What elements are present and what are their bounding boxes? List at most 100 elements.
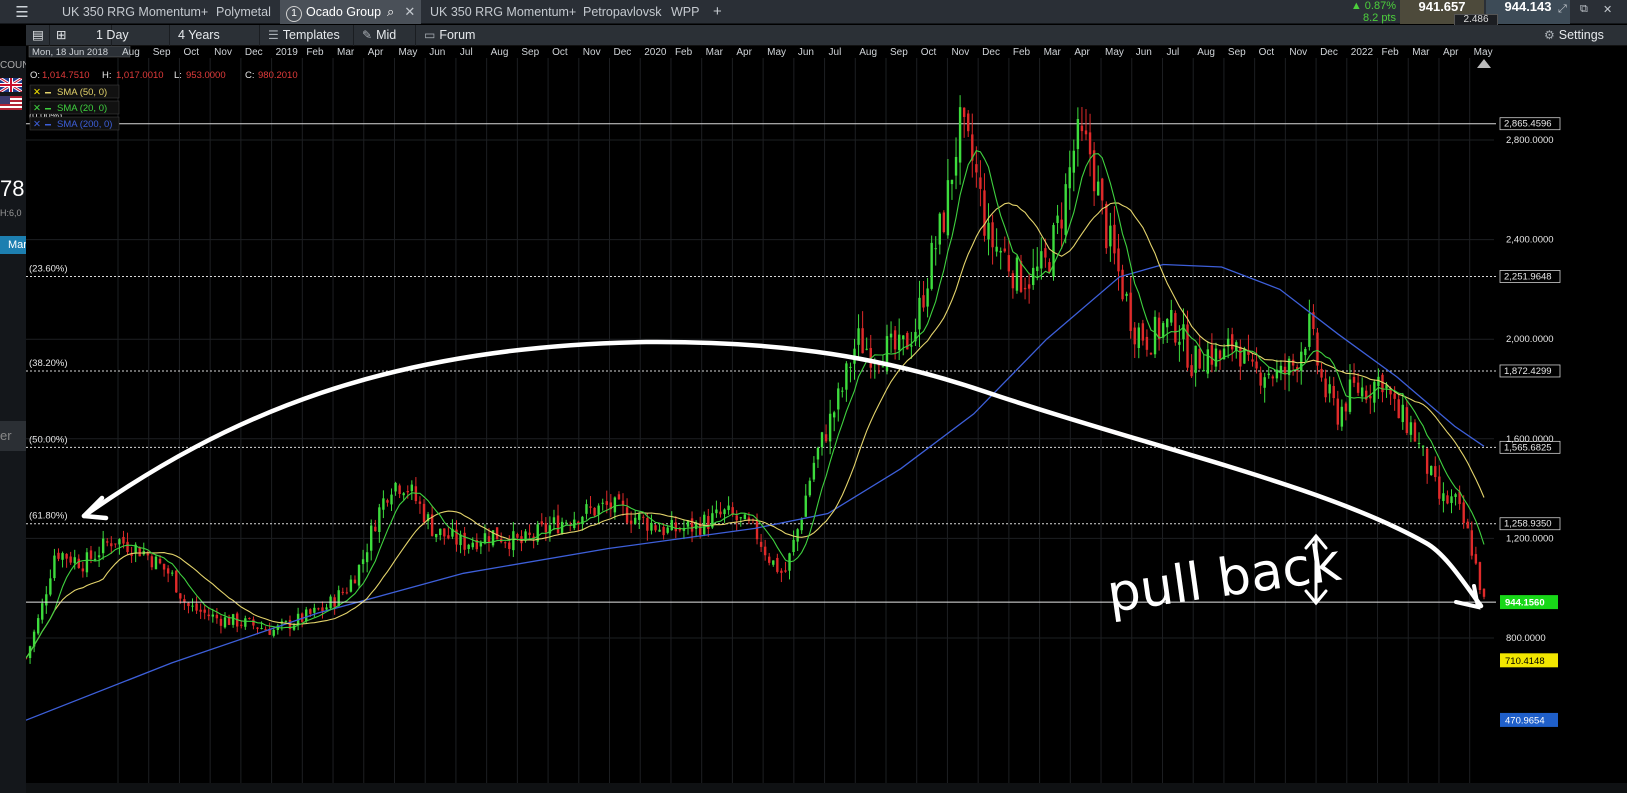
candle — [1198, 335, 1201, 370]
x-tick-label: 2019 — [276, 47, 299, 58]
x-tick-label: May — [767, 47, 786, 58]
candle — [922, 280, 925, 312]
candle — [1405, 400, 1409, 436]
x-tick-label: Jun — [429, 47, 445, 58]
remove-x-icon[interactable]: ✕ — [33, 87, 41, 98]
candle — [475, 533, 479, 552]
candle — [861, 311, 864, 354]
candle — [983, 173, 986, 242]
candle — [816, 446, 820, 468]
candle — [532, 533, 535, 549]
x-tick-label: Nov — [583, 47, 601, 58]
candle — [219, 615, 223, 634]
candle — [629, 511, 633, 533]
expand-icon[interactable]: ⤢ — [1558, 3, 1567, 16]
tab-wpp[interactable]: WPP — [671, 0, 699, 24]
x-tick-label: Mar — [706, 47, 724, 58]
candle — [1170, 299, 1173, 326]
candle — [333, 594, 336, 615]
price-chart[interactable]: Mon, 18 Jun 2018 Aug Sep Oct Nov Dec 2019 Feb M… — [26, 46, 1627, 793]
tab-label: WPP — [671, 5, 700, 19]
candle — [617, 491, 621, 500]
tab-petropavlovsk[interactable]: Petropavlovsk — [583, 0, 662, 24]
templates-button[interactable]: ☰ Templates — [260, 25, 354, 46]
candle — [337, 585, 340, 607]
settings-label: Settings — [1558, 28, 1604, 42]
add-tab-button[interactable]: + — [713, 0, 722, 24]
candle — [958, 95, 962, 185]
candle — [1454, 492, 1457, 506]
y-tick-label: 1,200.0000 — [1506, 533, 1554, 544]
candle — [264, 626, 267, 631]
candle — [593, 507, 596, 517]
candle — [166, 565, 170, 583]
fib-level-label: (23.60%) — [29, 263, 68, 274]
sma-50-label: SMA (50, 0) — [57, 87, 107, 98]
candle — [662, 523, 665, 540]
sma-50-swatch — [45, 92, 51, 94]
period-select[interactable]: 4 Years — [170, 25, 260, 46]
price-type-button[interactable]: ✎ Mid — [354, 25, 416, 46]
candle — [1320, 362, 1323, 382]
candle — [597, 503, 600, 524]
x-tick-label: Apr — [368, 47, 384, 58]
tab-label: Polymetal — [216, 5, 271, 19]
candle — [1226, 328, 1230, 359]
close-window-icon[interactable]: ✕ — [1603, 3, 1612, 16]
tab-uk350-rrg-2[interactable]: UK 350 RRG Momentum+ — [430, 0, 576, 24]
candle — [378, 503, 381, 543]
x-tick-label: Dec — [245, 47, 263, 58]
search-icon[interactable]: ⌕ — [387, 4, 394, 19]
x-tick-label: Nov — [1289, 47, 1307, 58]
chart-canvas[interactable]: Mon, 18 Jun 2018 Aug Sep Oct Nov Dec 2019 Feb M… — [26, 46, 1627, 793]
candle — [345, 587, 349, 595]
popout-icon[interactable]: ⧉ — [1580, 3, 1588, 16]
clipped-input[interactable]: er — [0, 421, 26, 451]
candle — [759, 533, 763, 553]
candle — [1482, 588, 1486, 600]
sma-200-swatch — [45, 124, 51, 126]
candle — [1255, 347, 1258, 374]
x-tick-label: Feb — [1382, 47, 1400, 58]
candle — [1263, 372, 1266, 403]
close-icon[interactable]: ✕ — [404, 4, 415, 19]
candle — [191, 598, 194, 612]
period-label: 4 Years — [178, 28, 220, 42]
settings-button[interactable]: ⚙ Settings — [1536, 25, 1626, 46]
candle — [430, 506, 434, 537]
candle — [735, 510, 738, 531]
bottom-tool-strip — [26, 783, 1627, 793]
candle — [528, 524, 531, 539]
candle — [1031, 248, 1035, 290]
scroll-up-icon[interactable] — [1477, 59, 1491, 68]
candle — [918, 280, 921, 348]
forum-button[interactable]: ▭ Forum — [416, 25, 496, 46]
remove-x-icon[interactable]: ✕ — [33, 119, 41, 130]
candle — [244, 615, 247, 630]
tab-uk350-rrg[interactable]: UK 350 RRG Momentum+ — [62, 0, 208, 24]
candle — [1157, 312, 1161, 351]
candle — [1231, 327, 1234, 362]
candle — [788, 552, 791, 580]
x-tick-label: Feb — [675, 47, 693, 58]
interval-select[interactable]: 1 Day — [88, 25, 170, 46]
market-button[interactable]: Mar — [0, 236, 26, 254]
remove-x-icon[interactable]: ✕ — [33, 103, 41, 114]
x-tick-label: Dec — [982, 47, 1000, 58]
sma-200-line — [26, 263, 1485, 721]
interval-label: 1 Day — [96, 28, 129, 42]
candle — [1291, 353, 1295, 376]
fib-value-label: 2,251.9648 — [1504, 271, 1552, 282]
tab-number-badge: 1 — [286, 6, 302, 22]
candle — [195, 596, 198, 614]
hamburger-menu-icon[interactable]: ☰ — [6, 0, 38, 24]
candle — [1267, 366, 1270, 379]
tab-polymetal[interactable]: Polymetal — [216, 0, 271, 24]
candle — [1056, 204, 1059, 235]
tab-ocado-group[interactable]: 1 Ocado Group ⌕ ✕ — [280, 0, 421, 24]
candle — [53, 548, 56, 581]
candle — [804, 484, 807, 517]
candle — [824, 424, 828, 443]
layout-list-icon[interactable]: ▤ — [26, 25, 50, 46]
indicator-legend: ✕ SMA (50, 0) ✕ SMA (20, 0) ✕ SMA (200, … — [29, 84, 120, 131]
